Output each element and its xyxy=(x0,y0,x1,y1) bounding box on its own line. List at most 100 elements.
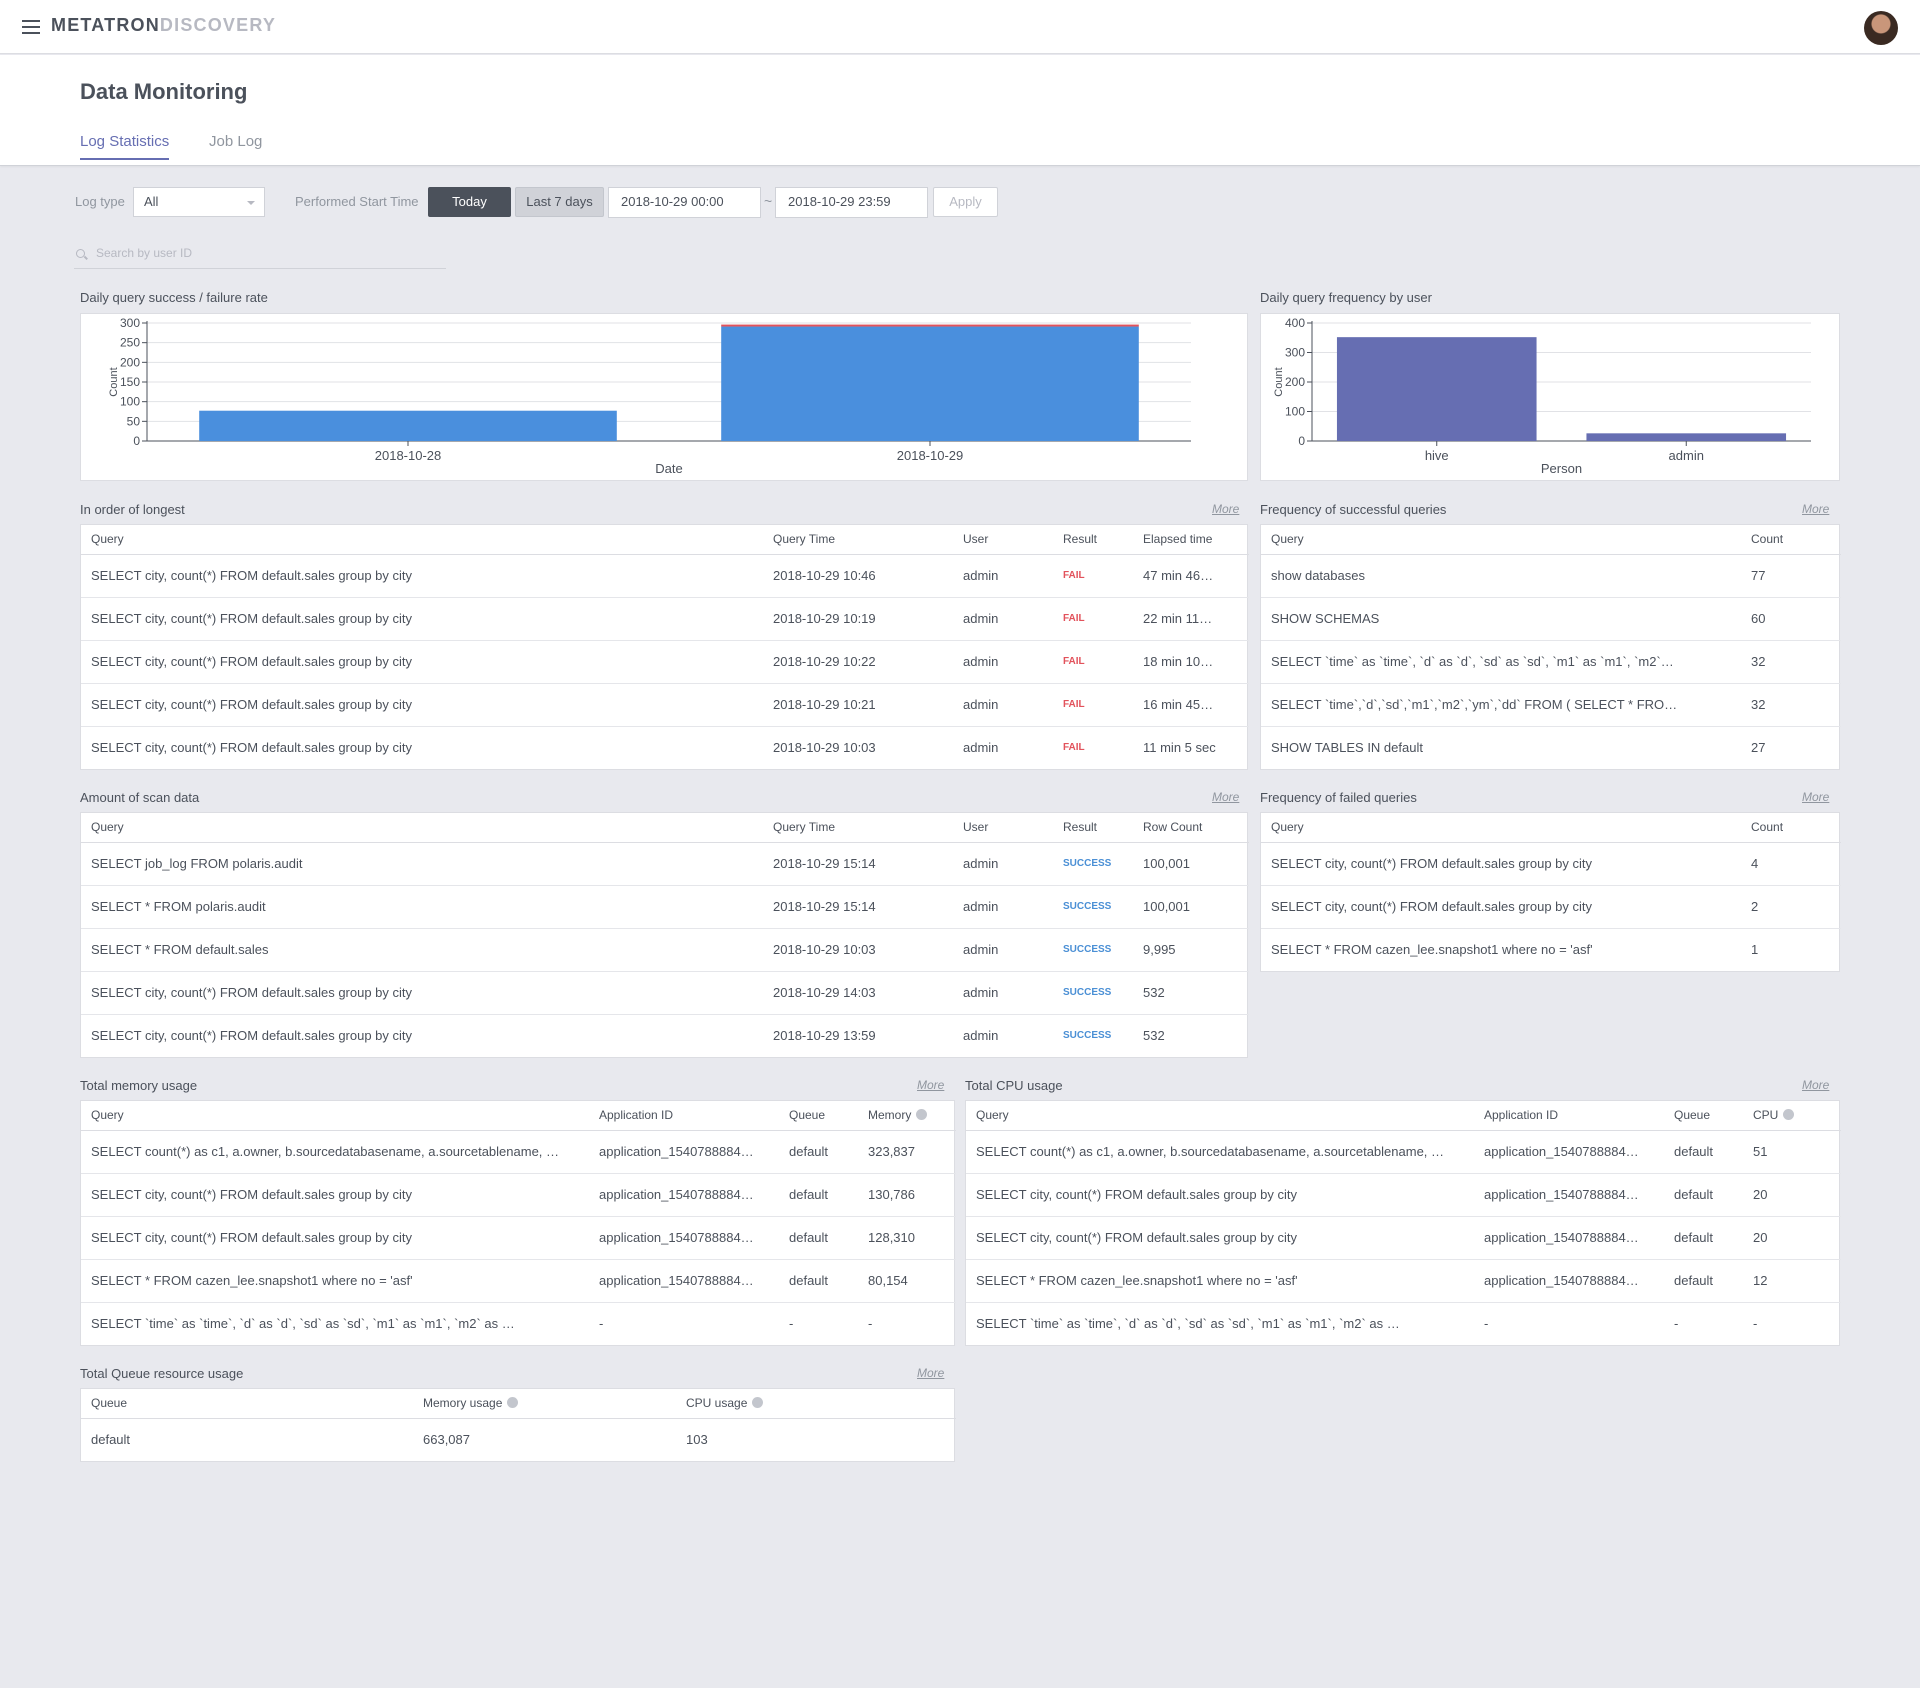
y-tick-label: 150 xyxy=(120,375,140,389)
info-icon[interactable] xyxy=(916,1109,928,1121)
bar-2018-10-29[interactable] xyxy=(721,326,1139,441)
log-type-value: All xyxy=(144,194,159,209)
table-cell: SELECT city, count(*) FROM default.sales… xyxy=(966,1173,1474,1217)
bar-admin[interactable] xyxy=(1586,433,1787,441)
menu-icon[interactable] xyxy=(22,20,40,34)
column-header: Row Count xyxy=(1133,813,1249,843)
bar-2018-10-28[interactable] xyxy=(199,410,617,441)
table-row[interactable]: SELECT city, count(*) FROM default.sales… xyxy=(81,971,1249,1015)
table-row[interactable]: SELECT city, count(*) FROM default.sales… xyxy=(81,726,1249,769)
date-to-input[interactable]: 2018-10-29 23:59 xyxy=(775,187,928,218)
table-row[interactable]: SELECT city, count(*) FROM default.sales… xyxy=(81,597,1249,641)
queue-more-link[interactable]: More xyxy=(917,1366,944,1380)
success-freq-more-link[interactable]: More xyxy=(1802,502,1829,516)
table-row[interactable]: SELECT `time`,`d`,`sd`,`m1`,`m2`,`ym`,`d… xyxy=(1261,683,1841,727)
column-header-label: Memory usage xyxy=(423,1396,503,1411)
start-time-label: Performed Start Time xyxy=(295,194,419,209)
table-cell: 2018-10-29 10:22 xyxy=(763,640,953,684)
info-icon[interactable] xyxy=(507,1397,519,1409)
column-header-label: Query xyxy=(91,820,124,835)
table-cell: admin xyxy=(963,740,999,756)
table-row[interactable]: SELECT city, count(*) FROM default.sales… xyxy=(81,1014,1249,1057)
column-header-label: Elapsed time xyxy=(1143,532,1213,547)
log-type-select[interactable]: All xyxy=(133,187,265,217)
table-row[interactable]: SELECT * FROM default.sales 2018-10-29 10… xyxy=(81,928,1249,972)
apply-button[interactable]: Apply xyxy=(933,187,998,217)
table-cell: SELECT job_log FROM polaris.audit xyxy=(81,842,763,886)
last-7-days-button[interactable]: Last 7 days xyxy=(515,187,604,217)
search-input[interactable] xyxy=(96,246,436,260)
table-row[interactable]: SELECT job_log FROM polaris.audit 2018-10… xyxy=(81,842,1249,886)
table-cell: 16 min 45… xyxy=(1133,683,1249,727)
table-cell: 2018-10-29 10:19 xyxy=(763,597,953,641)
table-row[interactable]: SELECT count(*) as c1, a.owner, b.source… xyxy=(81,1130,956,1174)
column-header: Query xyxy=(81,1101,589,1131)
table-row[interactable]: SELECT * FROM cazen_lee.snapshot1 where … xyxy=(81,1259,956,1303)
queue-table: Queue Memory usage CPU usage default 663,087… xyxy=(80,1388,956,1462)
result-badge: FAIL xyxy=(1053,683,1133,727)
table-row[interactable]: SELECT city, count(*) FROM default.sales… xyxy=(1261,842,1841,886)
fail-freq-more-link[interactable]: More xyxy=(1802,790,1829,804)
bar-2018-10-29-series1[interactable] xyxy=(721,324,1139,327)
tab-job-log[interactable]: Job Log xyxy=(209,133,262,158)
table-row[interactable]: SELECT city, count(*) FROM default.sales… xyxy=(966,1216,1841,1260)
table-cell: 2018-10-29 10:03 xyxy=(763,928,953,972)
table-row[interactable]: SELECT count(*) as c1, a.owner, b.source… xyxy=(966,1130,1841,1174)
table-row[interactable]: SHOW SCHEMAS 60 xyxy=(1261,597,1841,641)
table-row[interactable]: SELECT `time` as `time`, `d` as `d`, `sd… xyxy=(1261,640,1841,684)
table-cell: show databases xyxy=(1261,554,1741,598)
search-icon xyxy=(76,249,85,258)
column-header: Query xyxy=(966,1101,1474,1131)
table-row[interactable]: SELECT city, count(*) FROM default.sales… xyxy=(81,1216,956,1260)
table-cell: 77 xyxy=(1741,554,1841,598)
table-cell: admin xyxy=(953,928,1053,972)
table-cell: application_1540788884… xyxy=(589,1130,779,1174)
table-row[interactable]: SELECT `time` as `time`, `d` as `d`, `sd… xyxy=(81,1302,956,1345)
table-cell: 2018-10-29 10:21 xyxy=(763,683,953,727)
table-row[interactable]: SELECT * FROM cazen_lee.snapshot1 where … xyxy=(966,1259,1841,1303)
info-icon[interactable] xyxy=(1783,1109,1795,1121)
table-cell: default xyxy=(779,1173,858,1217)
table-cell: SELECT city, count(*) FROM default.sales… xyxy=(81,683,763,727)
table-row[interactable]: SELECT city, count(*) FROM default.sales… xyxy=(966,1173,1841,1217)
daily-user-title: Daily query frequency by user xyxy=(1260,290,1432,305)
table-row[interactable]: SELECT * FROM polaris.audit 2018-10-29 15… xyxy=(81,885,1249,929)
table-cell: admin xyxy=(953,842,1053,886)
table-row[interactable]: show databases 77 xyxy=(1261,554,1841,598)
x-tick-label: 2018-10-28 xyxy=(375,448,442,463)
table-row[interactable]: SELECT city, count(*) FROM default.sales… xyxy=(81,1173,956,1217)
table-row[interactable]: SELECT city, count(*) FROM default.sales… xyxy=(1261,885,1841,929)
longest-more-link[interactable]: More xyxy=(1212,502,1239,516)
tab-log-statistics[interactable]: Log Statistics xyxy=(80,133,170,160)
table-cell: SELECT city, count(*) FROM default.sales… xyxy=(81,640,763,684)
app-logo[interactable]: METATRONDISCOVERY xyxy=(51,15,276,36)
cpu-more-link[interactable]: More xyxy=(1802,1078,1829,1092)
memory-more-link[interactable]: More xyxy=(917,1078,944,1092)
user-avatar[interactable] xyxy=(1864,11,1898,45)
info-icon[interactable] xyxy=(752,1397,764,1409)
column-header: Queue xyxy=(1664,1101,1743,1131)
table-row[interactable]: SELECT city, count(*) FROM default.sales… xyxy=(81,554,1249,598)
date-from-input[interactable]: 2018-10-29 00:00 xyxy=(608,187,761,218)
today-button[interactable]: Today xyxy=(428,187,511,217)
column-header-label: Count xyxy=(1751,532,1784,547)
table-row[interactable]: SELECT `time` as `time`, `d` as `d`, `sd… xyxy=(966,1302,1841,1345)
table-cell: application_1540788884… xyxy=(1474,1173,1664,1217)
table-cell: 4 xyxy=(1741,842,1841,886)
table-cell: SELECT city, count(*) FROM default.sales… xyxy=(81,1173,589,1217)
column-header: User xyxy=(953,813,1053,843)
table-cell: 128,310 xyxy=(858,1216,956,1260)
column-header: Query Time xyxy=(763,525,953,555)
column-header: Query xyxy=(1261,525,1741,555)
table-row[interactable]: SELECT * FROM cazen_lee.snapshot1 where … xyxy=(1261,928,1841,971)
table-row[interactable]: SHOW TABLES IN default 27 xyxy=(1261,726,1841,769)
chart-svg: 0 100 200 300 400 hive admin Person Count xyxy=(1273,316,1811,476)
table-cell: 103 xyxy=(686,1432,708,1448)
table-row[interactable]: SELECT city, count(*) FROM default.sales… xyxy=(81,640,1249,684)
table-row[interactable]: default 663,087 103 xyxy=(81,1418,956,1461)
table-row[interactable]: SELECT city, count(*) FROM default.sales… xyxy=(81,683,1249,727)
bar-hive[interactable] xyxy=(1336,337,1537,441)
scan-more-link[interactable]: More xyxy=(1212,790,1239,804)
table-cell: 9,995 xyxy=(1133,928,1249,972)
column-header: CPU usage xyxy=(676,1389,956,1419)
